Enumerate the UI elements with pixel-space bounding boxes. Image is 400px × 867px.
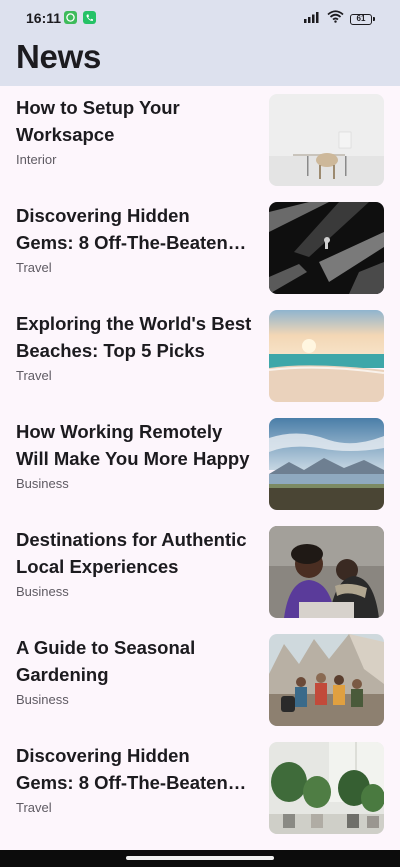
article-item[interactable]: Exploring the World's Best Beaches: Top … — [0, 302, 400, 410]
article-thumbnail-people-laptop — [269, 526, 384, 618]
article-thumbnail-beach — [269, 310, 384, 402]
article-list[interactable]: How to Setup Your Worksapce Interior Dis… — [0, 86, 400, 846]
article-item[interactable]: A Guide to Seasonal Gardening Business — [0, 626, 400, 734]
app-bar: News — [0, 36, 400, 86]
article-category: Travel — [16, 800, 52, 815]
article-item[interactable]: Destinations for Authentic Local Experie… — [0, 518, 400, 626]
article-category: Business — [16, 692, 69, 707]
navigation-bar — [0, 850, 400, 867]
article-title: Exploring the World's Best Beaches: Top … — [16, 313, 252, 361]
article-item[interactable]: Discovering Hidden Gems: 8 Off-The-Beate… — [0, 734, 400, 842]
status-bar: 16:11 61 — [0, 0, 400, 36]
article-title: Discovering Hidden Gems: 8 Off-The-Beate… — [16, 205, 234, 253]
article-title: Discovering Hidden Gems: 8 Off-The-Beate… — [16, 745, 234, 793]
battery-icon: 61 — [350, 13, 375, 25]
signal-icon — [303, 10, 321, 28]
article-thumbnail-lake-mountains — [269, 418, 384, 510]
article-thumbnail-shadows — [269, 202, 384, 294]
article-category: Business — [16, 476, 69, 491]
article-item[interactable]: Discovering Hidden Gems: 8 Off-The-Beate… — [0, 194, 400, 302]
article-thumbnail-hikers-group — [269, 634, 384, 726]
article-title: How to Setup Your Worksapce — [16, 97, 180, 145]
chat-notification-icon — [64, 11, 77, 24]
wifi-icon — [327, 10, 344, 28]
article-title: Destinations for Authentic Local Experie… — [16, 529, 247, 577]
article-title: How Working Remotely Will Make You More … — [16, 421, 250, 469]
article-item[interactable]: How to Setup Your Worksapce Interior — [0, 86, 400, 194]
article-category: Business — [16, 584, 69, 599]
article-category: Travel — [16, 260, 52, 275]
article-category: Interior — [16, 152, 57, 167]
article-thumbnail-house-plants — [269, 742, 384, 834]
status-time: 16:11 — [26, 10, 62, 26]
home-indicator[interactable] — [126, 856, 274, 860]
article-title: A Guide to Seasonal Gardening — [16, 637, 196, 685]
article-thumbnail-desk-room — [269, 94, 384, 186]
article-category: Travel — [16, 368, 52, 383]
article-item[interactable]: How Working Remotely Will Make You More … — [0, 410, 400, 518]
whatsapp-notification-icon — [83, 11, 96, 24]
page-title: News — [16, 38, 102, 75]
